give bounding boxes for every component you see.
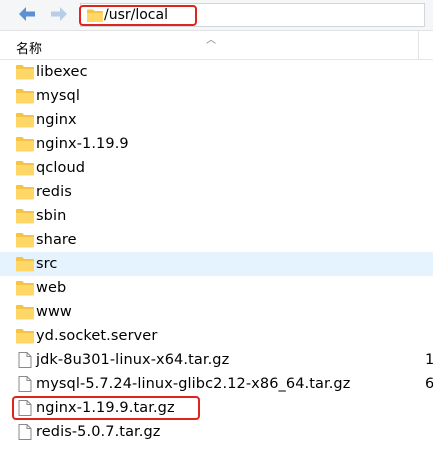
forward-arrow-icon	[51, 7, 67, 21]
column-divider[interactable]	[418, 31, 419, 59]
folder-row[interactable]: nginx	[0, 108, 433, 132]
item-name: sbin	[36, 208, 67, 224]
folder-icon	[16, 256, 34, 272]
back-arrow-icon	[19, 7, 35, 21]
file-icon	[16, 424, 34, 440]
folder-row[interactable]: src	[0, 252, 433, 276]
folder-icon	[16, 232, 34, 248]
item-name: nginx	[36, 112, 77, 128]
folder-icon	[16, 136, 34, 152]
folder-row[interactable]: redis	[0, 180, 433, 204]
item-name: libexec	[36, 64, 88, 80]
folder-icon	[16, 88, 34, 104]
address-highlight-box	[79, 5, 197, 26]
folder-row[interactable]: www	[0, 300, 433, 324]
folder-row[interactable]: nginx-1.19.9	[0, 132, 433, 156]
item-name: src	[36, 256, 58, 272]
item-name: redis	[36, 184, 72, 200]
item-name: www	[36, 304, 72, 320]
folder-icon	[16, 184, 34, 200]
item-name: web	[36, 280, 67, 296]
back-button[interactable]	[16, 3, 38, 25]
item-name: jdk-8u301-linux-x64.tar.gz	[36, 352, 230, 368]
folder-icon	[16, 280, 34, 296]
item-name: qcloud	[36, 160, 86, 176]
folder-row[interactable]: yd.socket.server	[0, 324, 433, 348]
item-size: 6	[425, 376, 433, 392]
item-name: nginx-1.19.9	[36, 136, 129, 152]
item-name: share	[36, 232, 77, 248]
item-name: mysql	[36, 88, 80, 104]
column-header: 名称 ︿	[0, 31, 433, 60]
folder-row[interactable]: sbin	[0, 204, 433, 228]
folder-row[interactable]: share	[0, 228, 433, 252]
file-list: libexec mysql nginx nginx-1.19.9 qcloud redis…	[0, 60, 433, 444]
file-row[interactable]: mysql-5.7.24-linux-glibc2.12-x86_64.tar.…	[0, 372, 433, 396]
folder-icon	[16, 160, 34, 176]
folder-row[interactable]: libexec	[0, 60, 433, 84]
name-column-header[interactable]: 名称	[16, 38, 42, 57]
forward-button[interactable]	[48, 3, 70, 25]
folder-row[interactable]: qcloud	[0, 156, 433, 180]
file-icon	[16, 352, 34, 368]
item-name: yd.socket.server	[36, 328, 158, 344]
folder-row[interactable]: mysql	[0, 84, 433, 108]
folder-icon	[16, 304, 34, 320]
folder-icon	[16, 112, 34, 128]
sort-ascending-icon: ︿	[206, 35, 216, 46]
file-highlight-box	[12, 396, 200, 420]
item-name: redis-5.0.7.tar.gz	[36, 424, 161, 440]
folder-icon	[16, 64, 34, 80]
file-row[interactable]: redis-5.0.7.tar.gz	[0, 420, 433, 444]
file-icon	[16, 376, 34, 392]
file-row[interactable]: jdk-8u301-linux-x64.tar.gz 1	[0, 348, 433, 372]
navigation-toolbar: /usr/local	[0, 0, 433, 31]
folder-icon	[16, 328, 34, 344]
folder-row[interactable]: web	[0, 276, 433, 300]
item-name: mysql-5.7.24-linux-glibc2.12-x86_64.tar.…	[36, 376, 351, 392]
folder-icon	[16, 208, 34, 224]
item-size: 1	[425, 352, 433, 368]
